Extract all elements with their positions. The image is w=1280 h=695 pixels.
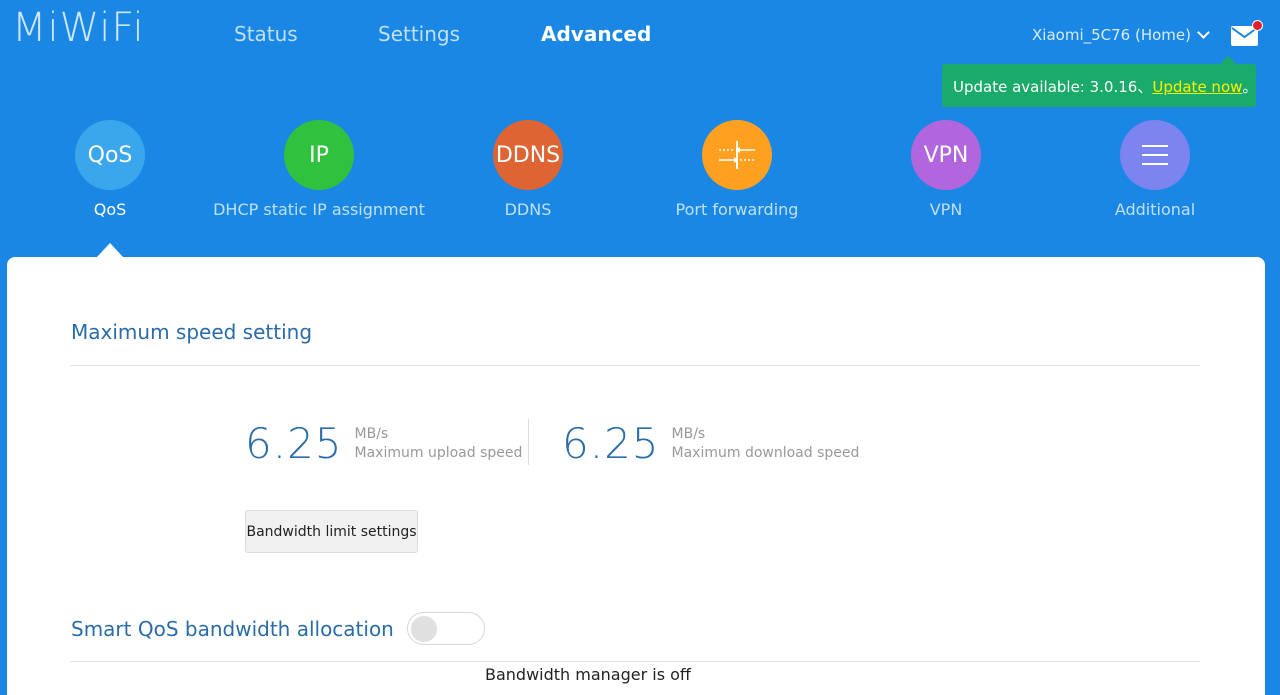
bandwidth-manager-status: Bandwidth manager is off [485,665,691,684]
tool-label: Port forwarding [675,200,799,219]
update-now-link[interactable]: Update now [1152,78,1242,96]
divider [70,661,1200,662]
speed-divider [528,419,529,465]
download-label: Maximum download speed [671,445,860,461]
tool-additional[interactable]: Additional [1045,120,1265,219]
divider [70,365,1200,366]
ip-icon: IP [284,120,354,190]
miwifi-logo: MiWiFi [12,5,145,51]
tab-status[interactable]: Status [234,22,298,46]
update-suffix: 。 [1242,78,1258,96]
upload-label: Maximum upload speed [354,445,523,461]
active-tool-pointer [97,243,123,257]
download-unit: MB/s [671,426,706,442]
port-forwarding-icon [702,120,772,190]
toggle-knob [411,616,437,642]
tool-dhcp-static-ip[interactable]: IP DHCP static IP assignment [209,120,429,219]
menu-icon [1120,120,1190,190]
tool-port-forwarding[interactable]: Port forwarding [627,120,847,219]
download-value: 6.25 [562,419,660,468]
tool-qos[interactable]: QoS QoS [0,120,220,219]
tab-settings[interactable]: Settings [378,22,460,46]
tool-label: VPN [929,200,963,219]
tool-label: DDNS [504,200,552,219]
upload-value: 6.25 [245,419,343,468]
tool-label: Additional [1114,200,1196,219]
tab-advanced[interactable]: Advanced [541,22,651,46]
tool-label: DHCP static IP assignment [213,200,425,219]
vpn-icon: VPN [911,120,981,190]
upload-speed: 6.25 MB/s Maximum upload speed [245,417,522,471]
ddns-icon: DDNS [493,120,563,190]
bandwidth-limit-settings-button[interactable]: Bandwidth limit settings [245,510,418,553]
upload-unit: MB/s [354,426,389,442]
qos-icon: QoS [75,120,145,190]
mail-icon[interactable] [1231,20,1263,46]
smart-qos-title: Smart QoS bandwidth allocation [71,617,394,641]
tool-label: QoS [93,200,127,219]
chevron-down-icon [1197,26,1210,39]
tool-ddns[interactable]: DDNS DDNS [418,120,638,219]
content-panel: Maximum speed setting 6.25 MB/s Maximum … [7,257,1265,695]
unread-dot [1252,20,1263,31]
update-notification: Update available: 3.0.16、Update now。 [942,56,1258,107]
update-text: Update available: 3.0.16、 [953,78,1153,96]
max-speed-title: Maximum speed setting [71,320,313,344]
router-name: Xiaomi_5C76 (Home) [1032,26,1191,44]
tool-vpn[interactable]: VPN VPN [836,120,1056,219]
download-speed: 6.25 MB/s Maximum download speed [562,417,859,471]
router-selector[interactable]: Xiaomi_5C76 (Home) [1032,26,1210,44]
smart-qos-toggle[interactable] [407,612,485,645]
